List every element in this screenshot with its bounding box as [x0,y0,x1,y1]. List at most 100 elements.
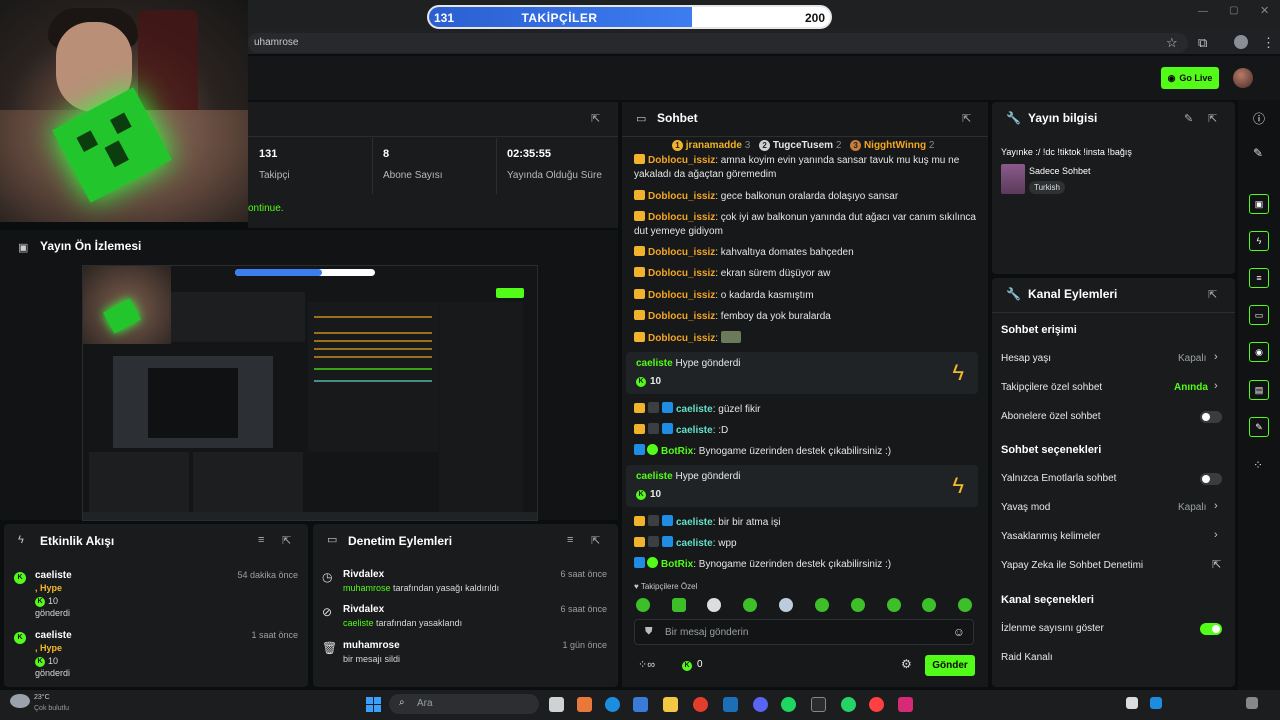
bookmark-star-icon[interactable]: ☆ [1166,35,1178,51]
broadcast-widget-icon[interactable]: ◉ [1249,342,1269,362]
filter-icon[interactable]: ≡ [567,534,573,546]
tray-icon[interactable] [1246,697,1258,709]
emote-button[interactable] [636,598,650,612]
file-explorer-icon[interactable] [663,697,678,712]
emote-button[interactable] [815,598,829,612]
expand-icon[interactable]: ⇱ [1208,288,1217,301]
chat-username[interactable]: BotRix [661,446,693,457]
chat-username[interactable]: BotRix [661,559,693,570]
close-window-icon[interactable]: ✕ [1260,4,1269,17]
chat-widget-icon[interactable]: ▭ [1249,305,1269,325]
filter-icon[interactable]: ≡ [258,534,264,546]
profile-icon[interactable] [1234,35,1248,49]
banned-words-row[interactable]: Yasaklanmış kelimeler › [992,528,1235,548]
gifter-name[interactable]: jranamadde [686,140,742,151]
sub-badge-icon [648,515,659,526]
task-view-icon[interactable] [549,697,564,712]
moderation-widget-icon[interactable]: ▤ [1249,380,1269,400]
browser-menu-icon[interactable]: ⋮ [1262,35,1275,51]
account-age-row[interactable]: Hesap yaşı Kapalı › [992,350,1235,370]
extensions-icon[interactable]: ⧉ [1198,35,1207,51]
chat-text: : bir bir atma işi [712,517,781,528]
chat-username[interactable]: Doblocu_issiz [648,191,715,202]
preview-video[interactable] [82,265,538,521]
settings-gear-icon[interactable]: ⚙ [901,657,912,671]
emote-button[interactable] [887,598,901,612]
continue-link[interactable]: ontinue. [248,203,284,214]
apps-icon[interactable]: ⁘ [1253,458,1263,472]
list-widget-icon[interactable]: ≡ [1249,268,1269,288]
emote-button[interactable] [672,598,686,612]
emote-button[interactable] [958,598,972,612]
emoji-icon[interactable]: ☺ [953,625,965,639]
subs-only-toggle[interactable] [1200,411,1222,423]
discord-icon[interactable] [753,697,768,712]
chat-username[interactable]: Doblocu_issiz [648,333,715,344]
taskbar-search[interactable]: ⌕ Ara [389,694,539,714]
edge-icon[interactable] [605,697,620,712]
app-icon[interactable] [869,697,884,712]
spotify-icon[interactable] [781,697,796,712]
lightning-widget-icon[interactable]: ϟ [1249,231,1269,251]
chat-username[interactable]: Doblocu_issiz [648,268,715,279]
chat-username[interactable]: caeliste [676,517,713,528]
kick-app-icon[interactable] [811,697,826,712]
emote-button[interactable] [922,598,936,612]
info-icon[interactable]: ⓘ [1253,110,1265,127]
expand-icon[interactable]: ⇱ [1208,112,1217,125]
chat-username[interactable]: Doblocu_issiz [648,290,715,301]
chat-username[interactable]: Doblocu_issiz [648,247,715,258]
app-icon[interactable] [577,697,592,712]
maximize-icon[interactable]: ▢ [1229,5,1238,16]
chat-username[interactable]: caeliste [676,538,713,549]
chevron-right-icon: › [1214,529,1218,541]
chat-username[interactable]: Doblocu_issiz [648,311,715,322]
minimize-icon[interactable]: — [1198,6,1208,17]
crown-badge-icon [634,403,645,413]
gifter-name[interactable]: TugceTusem [773,140,833,151]
go-live-button[interactable]: ◉ Go Live [1161,67,1219,89]
instagram-icon[interactable] [898,697,913,712]
store-icon[interactable] [633,697,648,712]
expand-icon[interactable]: ⇱ [282,534,291,547]
emote-only-toggle[interactable] [1200,473,1222,485]
emote-button[interactable] [707,598,721,612]
whatsapp-icon[interactable] [841,697,856,712]
wrench-widget-icon[interactable]: ✎ [1249,417,1269,437]
gifter-name[interactable]: NigghtWinng [864,140,926,151]
category-name[interactable]: Sadece Sohbet [1029,166,1091,176]
expand-icon[interactable]: ⇱ [591,112,600,125]
slow-mode-row[interactable]: Yavaş mod Kapalı › [992,499,1235,519]
followers-only-row[interactable]: Takipçilere özel sohbet Anında › [992,379,1235,399]
emote-button[interactable] [779,598,793,612]
stream-info-widget-icon[interactable]: ▣ [1249,194,1269,214]
send-button[interactable]: Gönder [925,655,975,676]
hype-event: caeliste Hype gönderdi K 10 ϟ [626,465,978,507]
ai-moderation-row[interactable]: Yapay Zeka ile Sohbet Denetimi ⇱ [992,557,1235,577]
user-avatar[interactable] [1233,68,1253,88]
tray-icon[interactable] [1126,697,1138,709]
preview-icon: ▣ [18,242,29,254]
emote-button[interactable] [851,598,865,612]
emote-button[interactable] [743,598,757,612]
pencil-icon[interactable]: ✎ [1253,146,1263,160]
chat-username[interactable]: caeliste [676,404,713,415]
expand-icon[interactable]: ⇱ [962,112,971,125]
expand-icon[interactable]: ⇱ [591,534,600,547]
chevron-right-icon: › [1214,380,1218,392]
steam-icon[interactable] [723,697,738,712]
edit-icon[interactable]: ✎ [1184,112,1193,125]
windows-start-icon[interactable] [366,697,381,712]
chat-username[interactable]: Doblocu_issiz [648,155,715,166]
hype-user[interactable]: caeliste [636,358,673,369]
chrome-icon[interactable] [693,697,708,712]
tray-icon[interactable] [1150,697,1162,709]
hype-user[interactable]: caeliste [636,471,673,482]
chat-username[interactable]: caeliste [676,425,713,436]
raid-row[interactable]: Raid Kanalı [992,649,1235,669]
infinity-icon[interactable]: ⁘∞ [638,658,655,671]
show-viewers-toggle[interactable] [1200,623,1222,635]
address-bar[interactable]: uhamrose [248,33,1188,53]
chat-message-input[interactable]: ⛊ Bir mesaj gönderin ☺ [634,619,974,645]
chat-username[interactable]: Doblocu_issiz [648,212,715,223]
